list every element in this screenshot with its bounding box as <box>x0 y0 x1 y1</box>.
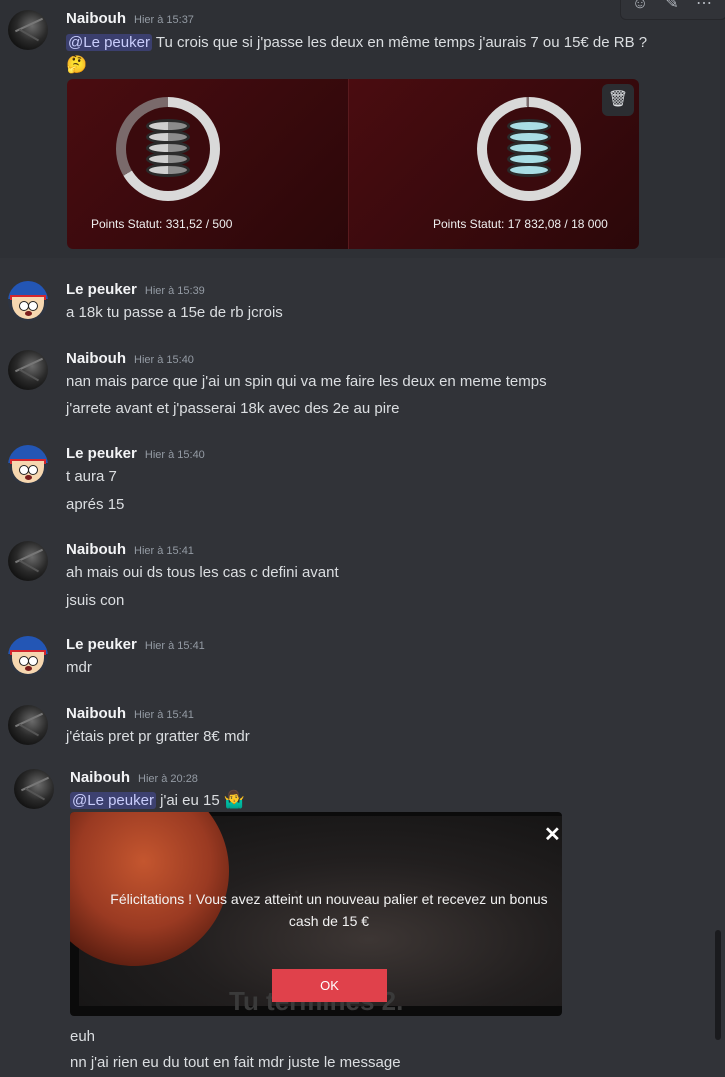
message-text: jsuis con <box>66 592 125 609</box>
message-header: Le peuker Hier à 15:39 <box>66 281 205 298</box>
message-content: Tu crois que si j'passe les deux en même… <box>155 34 648 51</box>
progress-ring-right <box>477 97 581 201</box>
popup-message: Félicitations ! Vous avez atteint un nou… <box>110 891 548 929</box>
message-text: @Le peuker Tu crois que si j'passe les d… <box>66 34 647 51</box>
timestamp: Hier à 15:41 <box>134 545 194 557</box>
message-header: Le peuker Hier à 15:41 <box>66 636 205 653</box>
mention[interactable]: @Le peuker <box>66 34 152 51</box>
avatar[interactable] <box>8 636 48 676</box>
thinking-emoji: 🤔 <box>66 55 88 74</box>
progress-ring-left <box>116 97 220 201</box>
username[interactable]: Naibouh <box>66 705 126 722</box>
scrollbar[interactable] <box>715 930 721 1040</box>
username[interactable]: Naibouh <box>66 10 126 27</box>
message-text: @Le peuker j'ai eu 15 🤷‍♂️ <box>70 790 245 810</box>
pencil-icon[interactable]: ✎ <box>661 0 683 15</box>
points-status-right: Points Statut: 17 832,08 / 18 000 <box>433 217 608 231</box>
close-icon[interactable]: ✕ <box>544 822 561 847</box>
screenshot-attachment[interactable]: Tu termines 2. Félicitations ! Vous avez… <box>70 812 562 1016</box>
message-text: j'étais pret pr gratter 8€ mdr <box>66 728 250 745</box>
trash-icon[interactable]: 🗑 <box>602 84 634 116</box>
timestamp: Hier à 15:39 <box>144 285 205 297</box>
username[interactable]: Le peuker <box>66 445 137 462</box>
avatar[interactable] <box>8 281 48 321</box>
bonus-popup: Tu termines 2. Félicitations ! Vous avez… <box>70 812 562 1016</box>
timestamp: Hier à 15:41 <box>144 640 205 652</box>
username[interactable]: Le peuker <box>66 281 137 298</box>
avatar[interactable] <box>8 445 48 485</box>
message-text: euh <box>70 1028 96 1045</box>
message-text: mdr <box>66 659 92 676</box>
message-header: Naibouh Hier à 15:41 <box>66 705 194 722</box>
username[interactable]: Naibouh <box>66 350 126 367</box>
timestamp: Hier à 20:28 <box>138 773 198 785</box>
message-text: j'arrete avant et j'passerai 18k avec de… <box>66 400 400 417</box>
message-header: Naibouh Hier à 20:28 <box>70 769 198 786</box>
message-content: j'ai eu 15 <box>160 792 220 809</box>
shrug-emoji: 🤷‍♂️ <box>223 790 246 809</box>
more-icon[interactable]: ⋯ <box>693 0 715 15</box>
timestamp: Hier à 15:41 <box>134 709 194 721</box>
card-divider <box>348 79 349 249</box>
message-text: ah mais oui ds tous les cas c defini ava… <box>66 564 339 581</box>
message-text: nan mais parce que j'ai un spin qui va m… <box>66 373 547 390</box>
message-header: Naibouh Hier à 15:37 <box>66 10 194 27</box>
username[interactable]: Naibouh <box>70 769 130 786</box>
message-text: a 18k tu passe a 15e de rb jcrois <box>66 304 283 321</box>
username[interactable]: Naibouh <box>66 541 126 558</box>
mention[interactable]: @Le peuker <box>70 792 156 809</box>
message-header: Naibouh Hier à 15:41 <box>66 541 194 558</box>
message-header: Le peuker Hier à 15:40 <box>66 445 205 462</box>
smile-icon[interactable]: ☺ <box>629 0 651 15</box>
timestamp: Hier à 15:40 <box>134 354 194 366</box>
avatar[interactable] <box>8 541 48 581</box>
timestamp: Hier à 15:40 <box>144 449 205 461</box>
avatar[interactable] <box>8 705 48 745</box>
avatar[interactable] <box>8 350 48 390</box>
ok-button[interactable]: OK <box>272 969 387 1002</box>
username[interactable]: Le peuker <box>66 636 137 653</box>
coin-stack-icon <box>146 119 190 179</box>
message-text: nn j'ai rien eu du tout en fait mdr just… <box>70 1054 401 1071</box>
message-header: Naibouh Hier à 15:40 <box>66 350 194 367</box>
message-text: aprés 15 <box>66 496 125 513</box>
message-text: t aura 7 <box>66 468 117 485</box>
timestamp: Hier à 15:37 <box>134 14 194 26</box>
points-status-left: Points Statut: 331,52 / 500 <box>91 217 233 231</box>
avatar[interactable] <box>8 10 48 50</box>
message-toolbar: ☺ ✎ ⋯ <box>620 0 725 20</box>
avatar[interactable] <box>14 769 54 809</box>
coin-stack-icon <box>507 119 551 179</box>
